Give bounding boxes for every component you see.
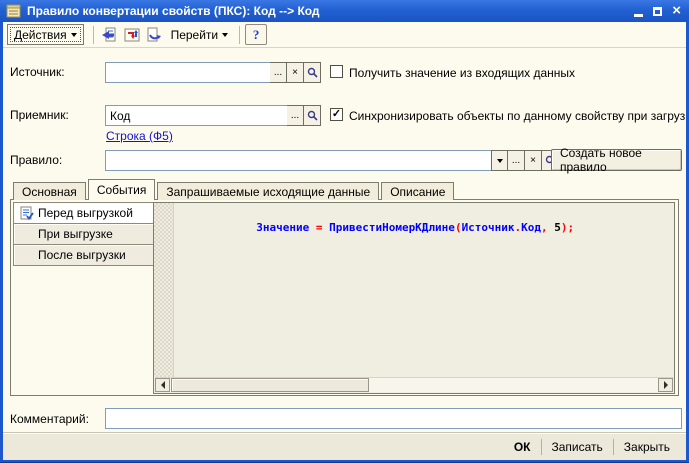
incoming-data-checkbox-label: Получить значение из входящих данных — [349, 66, 575, 80]
target-field-group: ... — [105, 105, 321, 126]
comment-input[interactable] — [105, 408, 682, 429]
toolbar-separator — [93, 26, 94, 44]
event-item-label: После выгрузки — [38, 248, 126, 262]
code-token: ( — [455, 221, 462, 234]
arrow-right-icon — [663, 381, 669, 389]
event-handler-icon — [20, 206, 34, 220]
rule-form-icon — [6, 4, 22, 19]
help-button[interactable]: ? — [245, 24, 267, 45]
tab-strip: Основная События Запрашиваемые исходящие… — [13, 179, 456, 200]
window-title: Правило конвертации свойств (ПКС): Код -… — [27, 4, 634, 18]
code-token: Код — [521, 221, 541, 234]
ok-button[interactable]: ОК — [504, 437, 541, 457]
tab-requested-outgoing-data[interactable]: Запрашиваемые исходящие данные — [157, 182, 379, 200]
source-field-group: ... × — [105, 62, 321, 83]
tab-description[interactable]: Описание — [381, 182, 454, 200]
arrow-left-icon — [160, 381, 166, 389]
save-button[interactable]: Записать — [542, 437, 613, 457]
source-lookup-button[interactable] — [304, 62, 321, 83]
incoming-data-checkbox[interactable] — [330, 65, 343, 78]
target-input[interactable] — [105, 105, 287, 126]
titlebar[interactable]: Правило конвертации свойств (ПКС): Код -… — [0, 0, 689, 22]
event-item-label: При выгрузке — [38, 227, 113, 241]
horizontal-scrollbar[interactable] — [155, 377, 673, 392]
target-type-link[interactable]: Строка (Ф5) — [106, 129, 173, 143]
sync-checkbox-label: Синхронизировать объекты по данному свой… — [349, 109, 686, 123]
code-token: 5 — [548, 221, 561, 234]
rule-dropdown-button[interactable] — [491, 150, 508, 171]
rule-field-group: ... × — [105, 150, 559, 171]
goto-button[interactable]: Перейти — [165, 24, 235, 45]
toolbar: Действия — [3, 22, 686, 48]
magnifier-icon — [307, 67, 318, 78]
event-item-after-upload[interactable]: После выгрузки — [13, 244, 154, 266]
tab-events[interactable]: События — [88, 179, 156, 200]
close-button[interactable]: × — [672, 3, 681, 19]
scroll-thumb[interactable] — [171, 378, 369, 392]
comment-label: Комментарий: — [10, 412, 89, 426]
list-left-arrow-icon — [101, 27, 119, 43]
editor-margin — [154, 203, 174, 377]
magnifier-icon — [307, 110, 318, 121]
goto-label: Перейти — [171, 28, 219, 42]
sync-checkbox[interactable]: ✓ — [330, 108, 343, 121]
events-tab-panel: Перед выгрузкой При выгрузке После выгру… — [10, 199, 679, 396]
target-lookup-button[interactable] — [304, 105, 321, 126]
source-clear-button[interactable]: × — [287, 62, 304, 83]
source-label: Источник: — [10, 65, 65, 79]
move-to-source-button[interactable] — [99, 24, 121, 45]
footer-bar: ОК Записать Закрыть — [3, 433, 686, 460]
code-token: Источник — [462, 221, 515, 234]
code-token: = — [309, 221, 329, 234]
exchange-rule-button[interactable] — [121, 24, 143, 45]
maximize-button[interactable] — [653, 3, 662, 19]
rule-combo-input[interactable] — [105, 150, 491, 171]
client-area: Действия — [3, 22, 686, 460]
chevron-down-icon — [497, 159, 503, 163]
document-right-arrow-icon — [145, 27, 163, 43]
actions-button[interactable]: Действия — [7, 24, 84, 45]
scroll-right-button[interactable] — [658, 378, 673, 392]
event-item-on-upload[interactable]: При выгрузке — [13, 223, 154, 245]
chevron-down-icon — [71, 33, 77, 37]
event-list: Перед выгрузкой При выгрузке После выгру… — [13, 203, 154, 266]
code-token: ПривестиНомерКДлине — [329, 221, 455, 234]
code-token: ); — [561, 221, 574, 234]
rule-ellipsis-button[interactable]: ... — [508, 150, 525, 171]
chevron-down-icon — [222, 33, 228, 37]
dialog-window: Правило конвертации свойств (ПКС): Код -… — [0, 0, 689, 463]
code-line: Значение = ПривестиНомерКДлине(Источник.… — [174, 208, 674, 247]
rule-clear-button[interactable]: × — [525, 150, 542, 171]
code-token: Значение — [256, 221, 309, 234]
close-form-button[interactable]: Закрыть — [614, 437, 680, 457]
minimize-button[interactable] — [634, 3, 643, 19]
create-rule-button[interactable]: Создать новое правило — [551, 149, 682, 171]
code-editor[interactable]: Значение = ПривестиНомерКДлине(Источник.… — [153, 202, 675, 394]
tab-main[interactable]: Основная — [13, 182, 86, 200]
minimize-icon — [634, 14, 643, 17]
exchange-arrows-icon — [123, 27, 141, 43]
rule-label: Правило: — [10, 153, 62, 167]
target-label: Приемник: — [10, 108, 69, 122]
code-token: , — [541, 221, 548, 234]
source-ellipsis-button[interactable]: ... — [270, 62, 287, 83]
go-to-receiver-button[interactable] — [143, 24, 165, 45]
maximize-icon — [653, 7, 662, 16]
event-item-label: Перед выгрузкой — [38, 206, 133, 220]
source-input[interactable] — [105, 62, 270, 83]
toolbar-separator — [239, 26, 240, 44]
scroll-left-button[interactable] — [155, 378, 170, 392]
event-item-before-upload[interactable]: Перед выгрузкой — [13, 202, 154, 224]
target-ellipsis-button[interactable]: ... — [287, 105, 304, 126]
actions-label: Действия — [14, 28, 67, 42]
checkmark-icon: ✓ — [332, 109, 341, 120]
